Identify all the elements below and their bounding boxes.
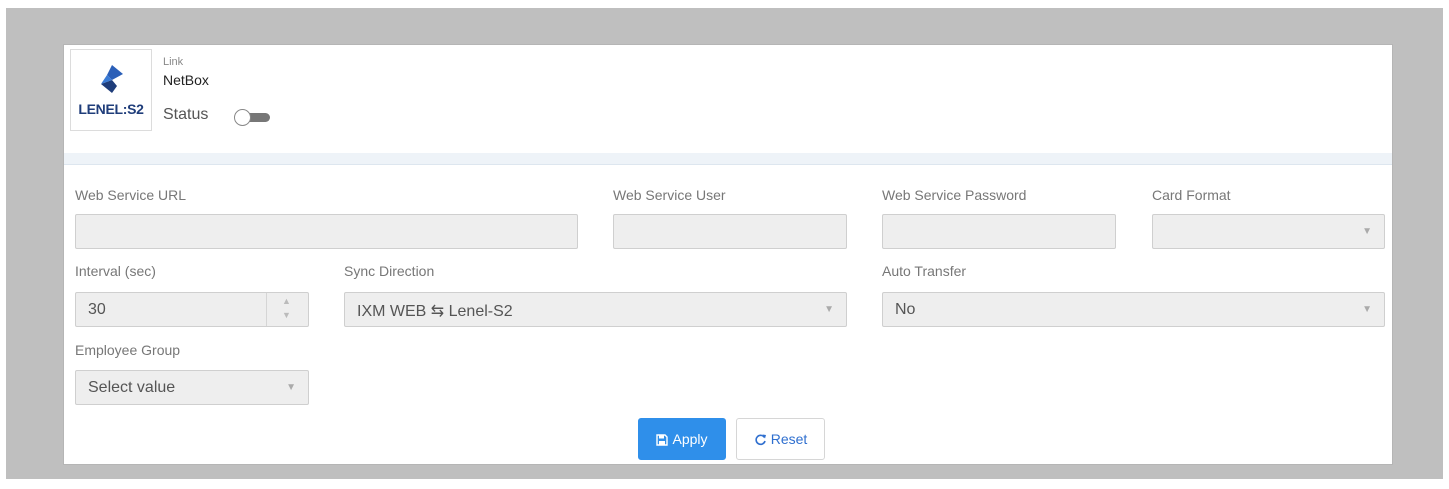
reset-button[interactable]: Reset: [736, 418, 825, 460]
sync-direction-select[interactable]: IXM WEB ⇆ Lenel-S2 ▼: [344, 292, 847, 327]
stepper-down-icon[interactable]: ▼: [282, 310, 291, 320]
chevron-down-icon: ▼: [1362, 226, 1372, 237]
sync-direction-value: IXM WEB ⇆ Lenel-S2: [357, 303, 513, 320]
save-icon: [656, 434, 669, 446]
lenel-logo: LENEL:S2: [70, 49, 152, 131]
apply-button[interactable]: Apply: [638, 418, 726, 460]
refresh-icon: [755, 434, 766, 446]
chevron-down-icon: ▼: [286, 382, 296, 393]
link-label: Link: [163, 56, 184, 68]
web-service-user-label: Web Service User: [613, 187, 726, 203]
web-service-password-input[interactable]: [882, 214, 1116, 249]
auto-transfer-label: Auto Transfer: [882, 263, 967, 279]
web-service-password-label: Web Service Password: [882, 187, 1027, 203]
sync-direction-label: Sync Direction: [344, 263, 435, 279]
interval-label: Interval (sec): [75, 263, 156, 279]
employee-group-label: Employee Group: [75, 342, 181, 358]
stepper-up-icon[interactable]: ▲: [282, 296, 291, 306]
chevron-down-icon: ▼: [1362, 304, 1372, 315]
interval-input[interactable]: 30 ▲ ▼: [75, 292, 309, 327]
web-service-url-input[interactable]: [75, 214, 578, 249]
employee-group-select[interactable]: Select value ▼: [75, 370, 309, 405]
web-service-user-input[interactable]: [613, 214, 847, 249]
status-toggle[interactable]: [234, 109, 272, 126]
card-format-label: Card Format: [1152, 187, 1231, 203]
auto-transfer-value: No: [895, 301, 916, 318]
interval-value: 30: [88, 301, 106, 318]
chevron-down-icon: ▼: [824, 304, 834, 315]
lenel-logo-icon: [101, 65, 123, 93]
logo-text: LENEL:S2: [78, 101, 144, 117]
toggle-knob: [234, 109, 251, 126]
integration-header: LENEL:S2 Link NetBox Status: [64, 45, 1392, 153]
apply-label: Apply: [672, 431, 708, 447]
link-name: NetBox: [163, 72, 209, 88]
reset-label: Reset: [770, 431, 808, 447]
interval-stepper[interactable]: ▲ ▼: [266, 293, 308, 326]
card-format-select[interactable]: ▼: [1152, 214, 1385, 249]
status-label: Status: [163, 106, 209, 123]
integration-card: LENEL:S2 Link NetBox Status Web Service …: [63, 44, 1393, 465]
web-service-url-label: Web Service URL: [75, 187, 187, 203]
auto-transfer-select[interactable]: No ▼: [882, 292, 1385, 327]
section-divider: [64, 153, 1392, 165]
employee-group-value: Select value: [88, 379, 176, 396]
